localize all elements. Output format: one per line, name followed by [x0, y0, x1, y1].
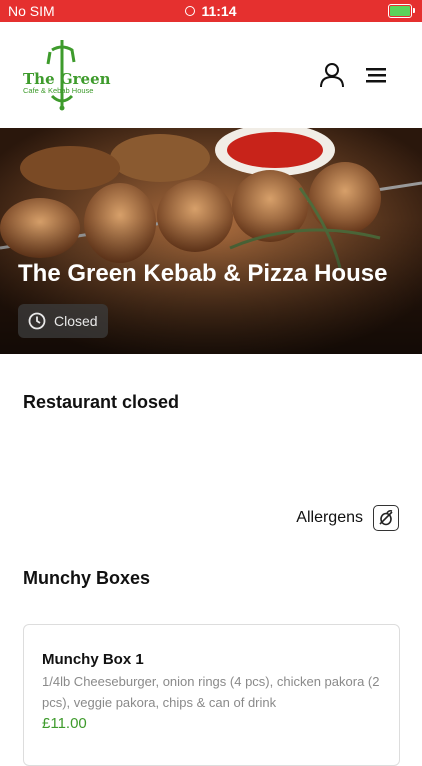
app-header: The Green Cafe & Kebab House — [0, 22, 422, 128]
item-description: 1/4lb Cheeseburger, onion rings (4 pcs),… — [42, 674, 380, 710]
record-icon — [185, 6, 196, 16]
menu-icon[interactable] — [362, 60, 392, 90]
restaurant-closed-notice: Restaurant closed — [23, 392, 180, 412]
item-name: Munchy Box 1 — [42, 651, 144, 668]
allergens-button[interactable] — [373, 505, 399, 531]
allergens-control[interactable]: Allergens — [296, 505, 399, 531]
status-bar: No SIM 11:14 — [0, 0, 422, 22]
item-price: £11.00 — [42, 715, 87, 732]
user-icon[interactable] — [317, 60, 347, 90]
status-label: Closed — [54, 313, 98, 329]
restaurant-name: The Green Kebab & Pizza House — [18, 260, 388, 287]
battery-icon — [388, 4, 415, 18]
allergens-label: Allergens — [296, 509, 363, 526]
logo-subtitle: Cafe & Kebab House — [23, 86, 94, 95]
clock-icon — [28, 312, 46, 330]
status-badge: Closed — [18, 304, 108, 338]
hero-banner: The Green Kebab & Pizza House Closed — [0, 128, 422, 354]
status-time: 11:14 — [0, 3, 422, 19]
allergen-icon — [379, 509, 393, 526]
logo[interactable]: The Green Cafe & Kebab House — [22, 40, 112, 112]
category-title: Munchy Boxes — [23, 568, 151, 588]
clock-label: 11:14 — [201, 3, 237, 19]
menu-item-card[interactable]: Munchy Box 1 1/4lb Cheeseburger, onion r… — [23, 624, 400, 766]
